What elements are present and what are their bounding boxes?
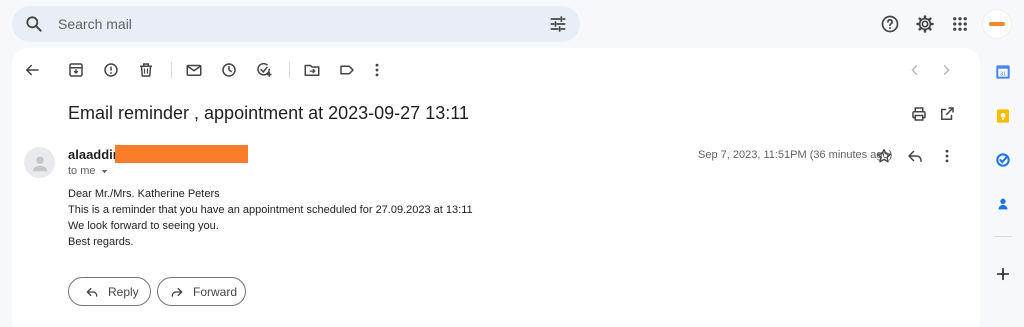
contacts-icon[interactable] (994, 195, 1012, 213)
reply-label: Reply (108, 284, 139, 299)
mark-unread-icon[interactable] (184, 60, 204, 80)
body-line: Best regards. (68, 236, 134, 248)
reply-icon[interactable] (905, 146, 925, 166)
open-in-new-window-icon[interactable] (937, 104, 957, 124)
account-avatar[interactable] (982, 9, 1012, 39)
keep-icon[interactable] (994, 107, 1012, 125)
add-task-icon[interactable] (254, 60, 274, 80)
svg-text:31: 31 (1000, 71, 1006, 77)
tasks-icon[interactable] (994, 151, 1012, 169)
redaction-block (115, 145, 248, 163)
add-icon[interactable] (994, 265, 1012, 283)
more-vert-icon[interactable] (367, 60, 387, 80)
report-spam-icon[interactable] (101, 60, 121, 80)
newer-chevron-icon[interactable] (936, 60, 956, 80)
back-arrow-icon[interactable] (22, 60, 42, 80)
person-icon (32, 156, 47, 171)
account-logo-icon (989, 22, 1005, 26)
recipient-label: to me (68, 165, 96, 177)
sender-avatar[interactable] (24, 147, 55, 178)
search-bar[interactable] (12, 6, 580, 42)
recipient-details[interactable]: to me (68, 165, 109, 177)
help-icon[interactable] (879, 13, 901, 35)
more-vert-icon[interactable] (937, 146, 957, 166)
search-icon[interactable] (24, 14, 44, 34)
archive-icon[interactable] (66, 60, 86, 80)
body-line: Dear Mr./Mrs. Katherine Peters (68, 188, 220, 200)
apps-grid-icon[interactable] (949, 13, 971, 35)
email-view: Email reminder , appointment at 2023-09-… (12, 48, 980, 327)
body-line: This is a reminder that you have an appo… (68, 204, 473, 216)
search-options-icon[interactable] (548, 14, 568, 34)
snooze-icon[interactable] (219, 60, 239, 80)
email-body: Dear Mr./Mrs. Katherine Peters This is a… (68, 186, 473, 250)
body-line: We look forward to seeing you. (68, 220, 219, 232)
toolbar-divider (171, 62, 172, 78)
chevron-down-icon[interactable] (100, 167, 109, 176)
delete-icon[interactable] (136, 60, 156, 80)
settings-gear-icon[interactable] (914, 13, 936, 35)
label-icon[interactable] (337, 60, 357, 80)
email-subject: Email reminder , appointment at 2023-09-… (68, 103, 469, 123)
reply-button[interactable]: Reply (68, 277, 151, 306)
reply-icon (86, 287, 98, 297)
email-date: Sep 7, 2023, 11:51PM (36 minutes ago) (698, 149, 893, 161)
calendar-icon[interactable]: 31 (994, 63, 1012, 81)
rail-divider (994, 236, 1012, 237)
forward-label: Forward (193, 284, 238, 299)
older-chevron-icon[interactable] (905, 60, 925, 80)
forward-button[interactable]: Forward (157, 277, 246, 306)
toolbar-divider (289, 62, 290, 78)
forward-icon (171, 287, 183, 297)
star-icon[interactable] (874, 146, 894, 166)
move-to-icon[interactable] (302, 60, 322, 80)
print-icon[interactable] (909, 104, 929, 124)
sender-name[interactable]: alaaddin (68, 147, 121, 162)
search-input[interactable] (58, 14, 518, 34)
